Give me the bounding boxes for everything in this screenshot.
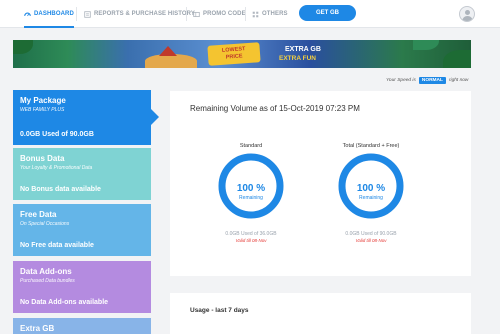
meter-label: Standard (239, 143, 263, 149)
nav-others[interactable]: OTHERS (252, 0, 288, 28)
promo-code-icon (193, 11, 200, 17)
top-navigation: DASHBOARD REPORTS & PURCHASE HISTORY PRO… (0, 0, 500, 28)
nav-promo-code[interactable]: PROMO CODE (193, 0, 246, 28)
speed-indicator: Your Speed is NORMAL right now (386, 75, 468, 85)
nav-others-label: OTHERS (262, 11, 288, 17)
nav-reports-label: REPORTS & PURCHASE HISTORY (94, 11, 195, 17)
card-value: No Bonus data available (20, 186, 101, 193)
meter-remaining-label: Remaining (359, 195, 383, 201)
dashboard-icon (24, 12, 31, 16)
card-subtitle: On Special Occasions (20, 221, 70, 227)
speed-value-badge: NORMAL (418, 76, 446, 84)
usage-panel: Usage - last 7 days (170, 293, 471, 334)
meter-used: 0.0GB Used of 36.0GB (225, 231, 277, 237)
nav-reports[interactable]: REPORTS & PURCHASE HISTORY (84, 0, 195, 28)
panel-title: Remaining Volume as of 15-Oct-2019 07:23… (190, 104, 360, 113)
data-addons-card[interactable]: Data Add-ons Purchased Data bundles No D… (13, 261, 151, 313)
card-value: 0.0GB Used of 90.0GB (20, 131, 94, 138)
hut-illustration (159, 46, 177, 56)
reports-icon (84, 10, 91, 18)
leaf-decoration (413, 40, 439, 50)
nav-divider (186, 7, 187, 21)
card-title: Free Data (20, 210, 57, 219)
leaf-decoration (13, 40, 33, 54)
meter-percent: 100 % (356, 183, 386, 194)
nav-divider (76, 7, 77, 21)
lowest-price-badge: LOWEST PRICE (207, 42, 261, 66)
avatar-body-icon (462, 16, 473, 21)
free-data-card[interactable]: Free Data On Special Occasions No Free d… (13, 204, 151, 256)
nav-divider (245, 7, 246, 21)
meter-validity: Valid till 08-Nov (355, 238, 387, 243)
get-gb-button[interactable]: GET GB (299, 5, 356, 21)
meter-remaining-label: Remaining (239, 195, 263, 201)
meter-label: Total (Standard + Free) (342, 143, 400, 149)
speed-suffix: right now (448, 77, 469, 83)
card-subtitle: Purchased Data bundles (20, 278, 75, 284)
standard-meter: Standard 100 % Remaining 0.0GB Used of 3… (206, 143, 296, 263)
active-card-arrow (151, 109, 159, 125)
card-title: My Package (20, 96, 66, 105)
extra-gb-card[interactable]: Extra GB (13, 318, 151, 334)
nav-promo-code-label: PROMO CODE (203, 11, 246, 17)
card-subtitle: Your Loyalty & Promotional Data (20, 165, 93, 171)
others-icon (252, 11, 259, 17)
card-subtitle: WEB FAMILY PLUS (20, 107, 65, 113)
card-value: No Free data available (20, 242, 94, 249)
card-title: Bonus Data (20, 154, 65, 163)
avatar-head-icon (465, 10, 470, 15)
leaf-decoration (443, 50, 471, 68)
meter-validity: Valid till 08-Nov (235, 238, 267, 243)
remaining-volume-panel: Remaining Volume as of 15-Oct-2019 07:23… (170, 91, 471, 276)
meter-percent: 100 % (236, 183, 266, 194)
promo-banner[interactable]: LOWEST PRICE EXTRA GB EXTRA FUN (13, 40, 471, 68)
bonus-data-card[interactable]: Bonus Data Your Loyalty & Promotional Da… (13, 148, 151, 200)
user-avatar[interactable] (459, 6, 475, 22)
banner-headline: EXTRA GB (285, 46, 321, 53)
nav-dashboard-label: DASHBOARD (34, 11, 74, 17)
banner-subheadline: EXTRA FUN (279, 55, 316, 62)
speed-prefix: Your Speed is (386, 77, 416, 83)
meter-used: 0.0GB Used of 90.0GB (345, 231, 397, 237)
my-package-card[interactable]: My Package WEB FAMILY PLUS 0.0GB Used of… (13, 90, 151, 145)
card-value: No Data Add-ons available (20, 299, 109, 306)
card-title: Data Add-ons (20, 267, 72, 276)
card-title: Extra GB (20, 324, 55, 333)
nav-dashboard[interactable]: DASHBOARD (24, 0, 74, 28)
island-illustration (145, 54, 197, 68)
usage-title: Usage - last 7 days (190, 307, 249, 314)
total-meter: Total (Standard + Free) 100 % Remaining … (326, 143, 416, 263)
